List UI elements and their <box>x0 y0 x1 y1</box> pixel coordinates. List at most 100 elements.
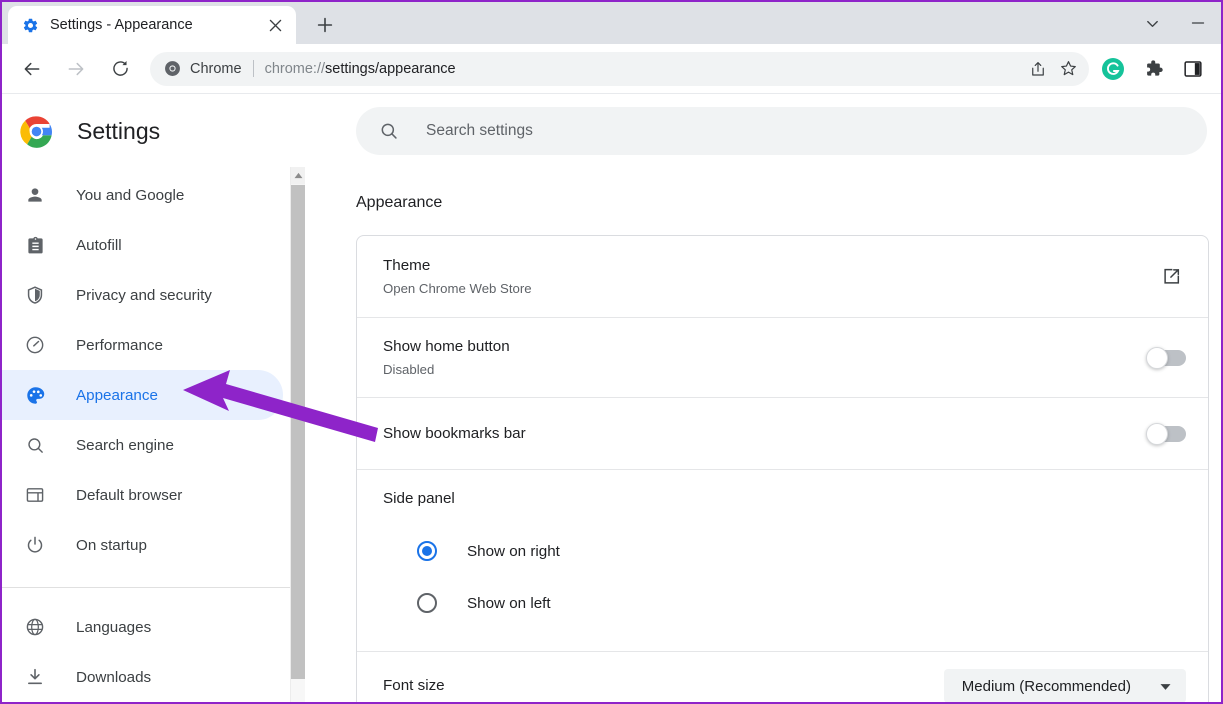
browser-toolbar: Chrome chrome://settings/appearance <box>2 44 1221 94</box>
sidebar-item-label: You and Google <box>76 186 185 204</box>
sidebar-item-label: Languages <box>76 618 152 636</box>
radio-button-selected[interactable] <box>417 541 437 561</box>
settings-header: Settings <box>2 94 305 168</box>
sidebar-item-you-and-google[interactable]: You and Google <box>2 170 283 220</box>
omnibox-scheme-chip: Chrome <box>190 60 242 77</box>
search-icon <box>378 120 400 142</box>
chevron-down-icon <box>1159 680 1172 693</box>
radio-label: Show on right <box>467 542 560 560</box>
sidebar-item-label: Search engine <box>76 436 174 454</box>
side-panel-radio-group: Show on right Show on left <box>357 507 1208 651</box>
theme-row-text: Theme Open Chrome Web Store <box>383 256 1156 298</box>
sidebar-item-label: Autofill <box>76 236 122 254</box>
grammarly-icon[interactable] <box>1096 52 1130 86</box>
settings-main-panel: Search settings Appearance Theme Open Ch… <box>305 94 1221 702</box>
external-link-icon[interactable] <box>1156 262 1186 292</box>
tab-title: Settings - Appearance <box>50 17 193 33</box>
omnibox-url-path: settings/appearance <box>325 60 456 77</box>
font-size-row-text: Font size <box>383 676 944 696</box>
settings-nav-list: You and Google Autofill Privacy and secu… <box>2 168 305 702</box>
chrome-icon <box>164 60 181 77</box>
sidebar-item-label: Downloads <box>76 668 152 686</box>
sidebar-scrollbar[interactable] <box>290 167 306 702</box>
search-input[interactable]: Search settings <box>356 107 1207 155</box>
globe-icon <box>24 616 46 638</box>
bookmarks-title: Show bookmarks bar <box>383 424 526 442</box>
shield-icon <box>24 284 46 306</box>
chrome-logo <box>20 115 53 148</box>
toggle-knob <box>1146 422 1168 445</box>
search-icon <box>24 434 46 456</box>
forward-arrow-icon <box>59 52 93 86</box>
theme-row[interactable]: Theme Open Chrome Web Store <box>357 236 1208 318</box>
radio-show-on-right[interactable]: Show on right <box>357 525 1208 577</box>
sidebar-item-autofill[interactable]: Autofill <box>2 220 283 270</box>
show-bookmarks-bar-row[interactable]: Show bookmarks bar <box>357 398 1208 470</box>
show-home-button-toggle[interactable] <box>1146 346 1186 369</box>
side-panel-title: Side panel <box>383 490 455 507</box>
sidebar-item-search-engine[interactable]: Search engine <box>2 420 283 470</box>
scrollbar-thumb[interactable] <box>291 185 306 679</box>
side-panel-icon[interactable] <box>1176 52 1210 86</box>
sidebar-divider <box>2 587 305 588</box>
font-size-value: Medium (Recommended) <box>961 677 1131 695</box>
new-tab-button[interactable] <box>310 10 340 40</box>
sidebar-item-label: Privacy and security <box>76 286 212 304</box>
section-title: Appearance <box>356 194 443 211</box>
speedometer-icon <box>24 334 46 356</box>
home-row-text: Show home button Disabled <box>383 337 1148 379</box>
settings-page: Settings You and Google Autofill Privacy… <box>2 94 1221 702</box>
radio-button-unselected[interactable] <box>417 593 437 613</box>
chevron-down-icon[interactable] <box>1129 2 1175 44</box>
radio-label: Show on left <box>467 594 551 612</box>
browser-window-icon <box>24 484 46 506</box>
window-controls <box>1129 2 1221 44</box>
scroll-up-arrow-icon[interactable] <box>291 167 306 184</box>
person-icon <box>24 184 46 206</box>
toggle-knob <box>1146 346 1168 369</box>
sidebar-item-languages[interactable]: Languages <box>2 602 283 652</box>
power-icon <box>24 534 46 556</box>
sidebar-item-privacy-and-security[interactable]: Privacy and security <box>2 270 283 320</box>
show-bookmarks-bar-toggle[interactable] <box>1146 422 1186 445</box>
sidebar-item-downloads[interactable]: Downloads <box>2 652 283 702</box>
settings-sidebar: Settings You and Google Autofill Privacy… <box>2 94 306 702</box>
puzzle-piece-icon[interactable] <box>1136 52 1170 86</box>
minimize-icon[interactable] <box>1175 2 1221 44</box>
home-title: Show home button <box>383 337 510 355</box>
theme-title: Theme <box>383 256 431 274</box>
radio-show-on-left[interactable]: Show on left <box>357 577 1208 629</box>
browser-window: Settings - Appearance Chrome chrome://se… <box>0 0 1223 704</box>
share-icon[interactable] <box>1023 54 1053 84</box>
page-title: Settings <box>77 117 161 144</box>
side-panel-row: Side panel Show on right Show on left <box>357 470 1208 652</box>
home-subtitle: Disabled <box>383 362 435 378</box>
close-icon[interactable] <box>264 14 286 36</box>
reload-icon[interactable] <box>103 52 137 86</box>
star-icon[interactable] <box>1053 54 1083 84</box>
sidebar-item-default-browser[interactable]: Default browser <box>2 470 283 520</box>
sidebar-item-performance[interactable]: Performance <box>2 320 283 370</box>
palette-icon <box>24 384 46 406</box>
sidebar-item-label: Performance <box>76 336 163 354</box>
omnibox-separator <box>252 60 254 77</box>
show-home-button-row[interactable]: Show home button Disabled <box>357 318 1208 398</box>
scrollbar-track-lower[interactable] <box>291 679 306 702</box>
font-size-row[interactable]: Font size Medium (Recommended) <box>357 652 1208 702</box>
sidebar-item-label: Default browser <box>76 486 183 504</box>
theme-subtitle: Open Chrome Web Store <box>383 281 532 297</box>
omnibox-url: chrome://settings/appearance <box>265 61 456 77</box>
sidebar-item-on-startup[interactable]: On startup <box>2 520 283 570</box>
font-size-title: Font size <box>383 677 445 695</box>
back-arrow-icon[interactable] <box>15 52 49 86</box>
download-icon <box>24 666 46 688</box>
gear-icon <box>22 17 39 34</box>
search-placeholder: Search settings <box>426 122 533 139</box>
browser-tab[interactable]: Settings - Appearance <box>8 6 296 44</box>
omnibox-actions <box>1023 54 1083 84</box>
address-bar[interactable]: Chrome chrome://settings/appearance <box>150 51 1089 86</box>
sidebar-item-appearance[interactable]: Appearance <box>2 370 283 420</box>
appearance-settings-card: Theme Open Chrome Web Store Show home bu… <box>356 235 1209 702</box>
omnibox-url-scheme: chrome:// <box>264 60 326 77</box>
font-size-select[interactable]: Medium (Recommended) <box>943 669 1186 702</box>
